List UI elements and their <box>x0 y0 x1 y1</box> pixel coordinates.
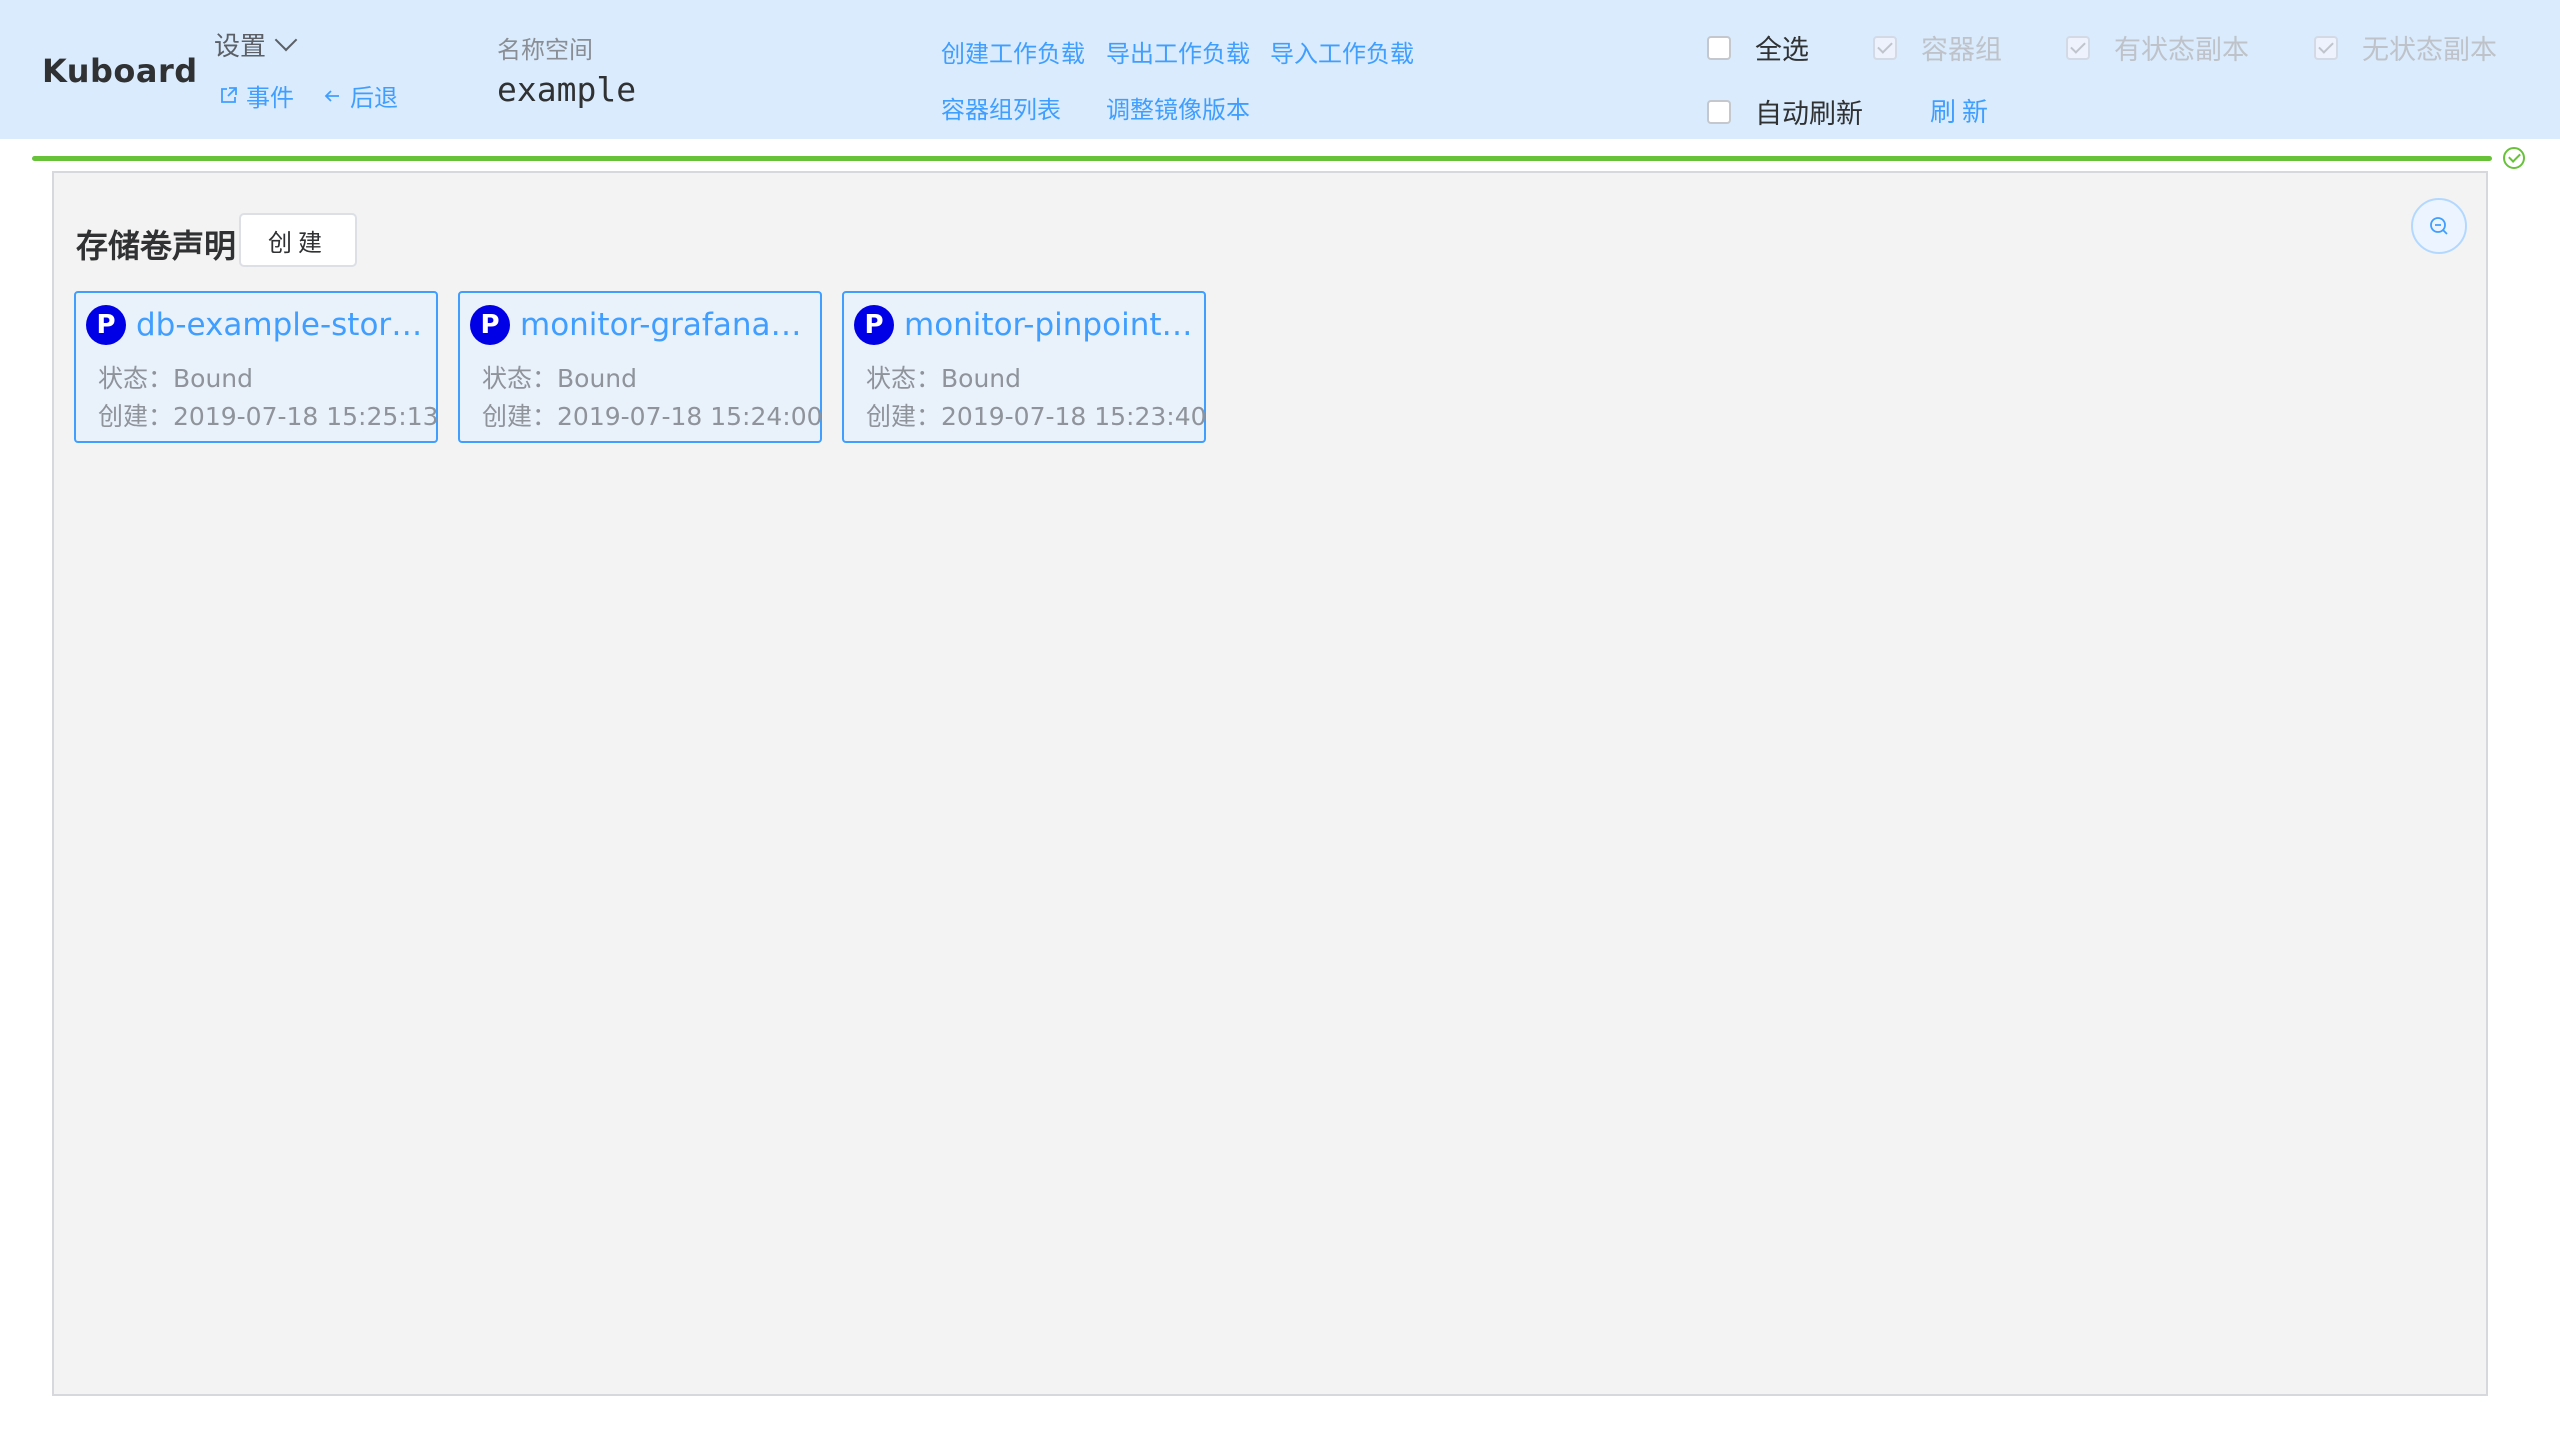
status-value: Bound <box>557 364 638 393</box>
pvc-created: 创建：2019-07-18 15:23:40 <box>866 397 1207 433</box>
settings-dropdown[interactable]: 设置 <box>214 26 298 63</box>
card-header: P monitor-pinpoint-storage <box>854 305 1194 345</box>
created-value: 2019-07-18 15:25:13 <box>173 402 439 431</box>
zoom-out-icon <box>2430 217 2448 235</box>
pvc-created: 创建：2019-07-18 15:24:00 <box>482 397 823 433</box>
export-workload-link[interactable]: 导出工作负载 <box>1106 34 1250 69</box>
auto-refresh-checkbox[interactable]: 自动刷新 <box>1707 92 1863 131</box>
created-value: 2019-07-18 15:24:00 <box>557 402 823 431</box>
refresh-button[interactable]: 刷新 <box>1930 92 1994 129</box>
checkbox-box <box>1873 35 1897 60</box>
select-all-label: 全选 <box>1755 35 1809 66</box>
pvc-created: 创建：2019-07-18 15:25:13 <box>98 397 439 433</box>
created-label: 创建： <box>482 402 558 431</box>
section-title: 存储卷声明 <box>76 227 237 265</box>
stateless-label: 无状态副本 <box>2362 35 2497 66</box>
events-label: 事件 <box>246 84 294 112</box>
status-value: Bound <box>941 364 1022 393</box>
events-link[interactable]: 事件 <box>218 78 294 113</box>
checkbox-box <box>2314 35 2338 60</box>
auto-refresh-label: 自动刷新 <box>1755 99 1863 130</box>
select-all-checkbox[interactable]: 全选 <box>1707 28 1809 67</box>
pvc-status: 状态：Bound <box>98 359 253 395</box>
pvc-badge: P <box>86 305 126 345</box>
back-label: 后退 <box>350 84 398 112</box>
checkbox-box <box>2066 35 2090 60</box>
pods-label: 容器组 <box>1921 35 2002 66</box>
pvc-badge: P <box>470 305 510 345</box>
pvc-card[interactable]: P db-example-storage 状态：Bound 创建：2019-07… <box>74 291 439 443</box>
pvc-name[interactable]: monitor-pinpoint-storage <box>904 307 1194 343</box>
adjust-image-link[interactable]: 调整镜像版本 <box>1106 90 1250 125</box>
check-circle-icon <box>2503 147 2525 169</box>
stateless-checkbox: 无状态副本 <box>2314 28 2497 67</box>
settings-label: 设置 <box>214 32 267 62</box>
created-value: 2019-07-18 15:23:40 <box>941 402 1207 431</box>
pvc-card[interactable]: P monitor-pinpoint-storage 状态：Bound 创建：2… <box>842 291 1207 443</box>
status-label: 状态： <box>98 364 174 393</box>
pvc-badge: P <box>854 305 894 345</box>
namespace-label: 名称空间 <box>497 36 593 64</box>
pvc-panel: 存储卷声明 创建 P db-example-storage 状态：Bound 创… <box>52 171 2488 1396</box>
create-pvc-button[interactable]: 创建 <box>239 213 357 267</box>
zoom-out-button[interactable] <box>2411 198 2467 254</box>
brand-logo[interactable]: Kuboard <box>42 52 198 90</box>
status-label: 状态： <box>482 364 558 393</box>
status-value: Bound <box>173 364 254 393</box>
load-progress-bar <box>32 156 2492 161</box>
pvc-status: 状态：Bound <box>866 359 1021 395</box>
pod-list-link[interactable]: 容器组列表 <box>941 90 1061 125</box>
back-link[interactable]: 后退 <box>322 78 398 113</box>
checkbox-box[interactable] <box>1707 35 1731 60</box>
pvc-card[interactable]: P monitor-grafana-storage 状态：Bound 创建：20… <box>458 291 823 443</box>
pvc-status: 状态：Bound <box>482 359 637 395</box>
stateful-checkbox: 有状态副本 <box>2066 28 2249 67</box>
card-header: P monitor-grafana-storage <box>470 305 810 345</box>
created-label: 创建： <box>98 402 174 431</box>
chevron-down-icon <box>274 28 298 51</box>
top-header: Kuboard 设置 事件 后退 名称空间 example 创建工作负载 导出工… <box>0 0 2560 139</box>
arrow-left-icon <box>324 89 339 102</box>
card-header: P db-example-storage <box>86 305 426 345</box>
pvc-name[interactable]: db-example-storage <box>136 307 426 343</box>
stateful-label: 有状态副本 <box>2114 35 2249 66</box>
create-workload-link[interactable]: 创建工作负载 <box>941 34 1085 69</box>
pvc-name[interactable]: monitor-grafana-storage <box>520 307 810 343</box>
import-workload-link[interactable]: 导入工作负载 <box>1270 34 1414 69</box>
checkbox-box[interactable] <box>1707 99 1731 124</box>
status-label: 状态： <box>866 364 942 393</box>
namespace-value: example <box>497 70 637 109</box>
external-link-icon <box>221 86 237 103</box>
created-label: 创建： <box>866 402 942 431</box>
pods-checkbox: 容器组 <box>1873 28 2002 67</box>
